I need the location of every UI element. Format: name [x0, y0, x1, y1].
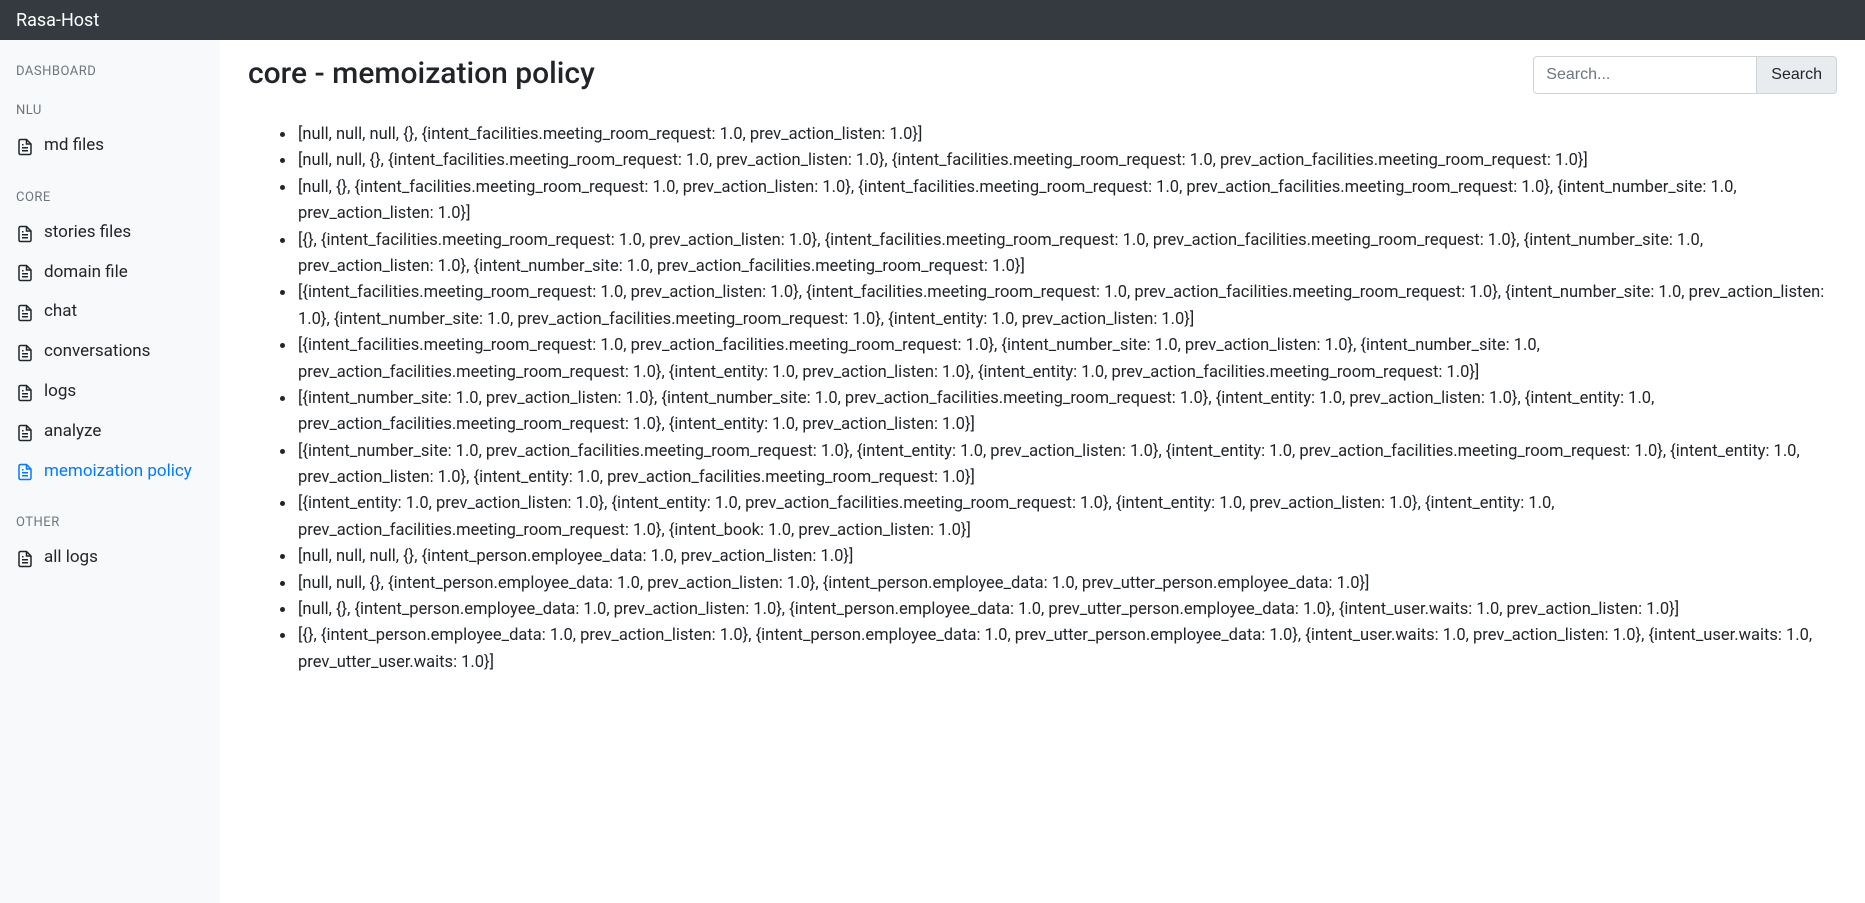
search-button[interactable]: Search — [1757, 56, 1837, 94]
sidebar-item-label: conversations — [44, 340, 204, 364]
topbar: Rasa-Host — [0, 0, 1865, 40]
list-item: [{intent_entity: 1.0, prev_action_listen… — [296, 491, 1837, 544]
app-title[interactable]: Rasa-Host — [16, 10, 99, 31]
search-input[interactable] — [1533, 56, 1757, 94]
sidebar-section: CORE stories files domain file chat conversa… — [12, 190, 208, 492]
file-text-icon — [16, 264, 34, 282]
file-text-icon — [16, 384, 34, 402]
file-text-icon — [16, 225, 34, 243]
list-item: [null, {}, {intent_facilities.meeting_ro… — [296, 175, 1837, 228]
sidebar-item-domain-file[interactable]: domain file — [12, 253, 208, 293]
file-text-icon — [16, 344, 34, 362]
file-text-icon — [16, 138, 34, 156]
sidebar-item-md-files[interactable]: md files — [12, 126, 208, 166]
sidebar-item-chat[interactable]: chat — [12, 292, 208, 332]
sidebar-heading: CORE — [12, 190, 208, 205]
sidebar-section: DASHBOARD — [12, 64, 208, 79]
sidebar-item-label: chat — [44, 300, 204, 324]
list-item: [{}, {intent_facilities.meeting_room_req… — [296, 228, 1837, 281]
list-item: [null, null, null, {}, {intent_facilitie… — [296, 122, 1837, 148]
main-content: core - memoization policy Search [null, … — [220, 40, 1865, 903]
sidebar-heading: OTHER — [12, 515, 208, 530]
sidebar-item-label: md files — [44, 134, 204, 158]
list-item: [null, {}, {intent_person.employee_data:… — [296, 597, 1837, 623]
list-item: [null, null, {}, {intent_facilities.meet… — [296, 148, 1837, 174]
file-text-icon — [16, 550, 34, 568]
sidebar-item-label: domain file — [44, 261, 204, 285]
page-title: core - memoization policy — [248, 56, 595, 91]
file-text-icon — [16, 424, 34, 442]
list-item: [null, null, null, {}, {intent_person.em… — [296, 544, 1837, 570]
sidebar-section: NLU md files — [12, 103, 208, 166]
sidebar-item-label: all logs — [44, 546, 204, 570]
sidebar-item-analyze[interactable]: analyze — [12, 412, 208, 452]
search-group: Search — [1533, 56, 1837, 94]
memoization-list: [null, null, null, {}, {intent_facilitie… — [248, 122, 1837, 676]
sidebar-item-conversations[interactable]: conversations — [12, 332, 208, 372]
sidebar-item-label: memoization policy — [44, 460, 204, 484]
list-item: [{intent_number_site: 1.0, prev_action_l… — [296, 386, 1837, 439]
file-text-icon — [16, 304, 34, 322]
sidebar-item-logs[interactable]: logs — [12, 372, 208, 412]
list-item: [null, null, {}, {intent_person.employee… — [296, 571, 1837, 597]
sidebar-item-stories-files[interactable]: stories files — [12, 213, 208, 253]
list-item: [{intent_facilities.meeting_room_request… — [296, 333, 1837, 386]
sidebar-item-label: analyze — [44, 420, 204, 444]
list-item: [{intent_number_site: 1.0, prev_action_f… — [296, 439, 1837, 492]
sidebar-item-all-logs[interactable]: all logs — [12, 538, 208, 578]
sidebar-section: OTHER all logs — [12, 515, 208, 578]
sidebar-heading: NLU — [12, 103, 208, 118]
main-header: core - memoization policy Search — [248, 56, 1837, 94]
sidebar-item-label: stories files — [44, 221, 204, 245]
sidebar-item-memoization-policy[interactable]: memoization policy — [12, 452, 208, 492]
sidebar-heading: DASHBOARD — [12, 64, 208, 79]
file-text-icon — [16, 463, 34, 481]
list-item: [{intent_facilities.meeting_room_request… — [296, 280, 1837, 333]
sidebar-item-label: logs — [44, 380, 204, 404]
sidebar: DASHBOARD NLU md files CORE stories files dom… — [0, 40, 220, 903]
list-item: [{}, {intent_person.employee_data: 1.0, … — [296, 623, 1837, 676]
